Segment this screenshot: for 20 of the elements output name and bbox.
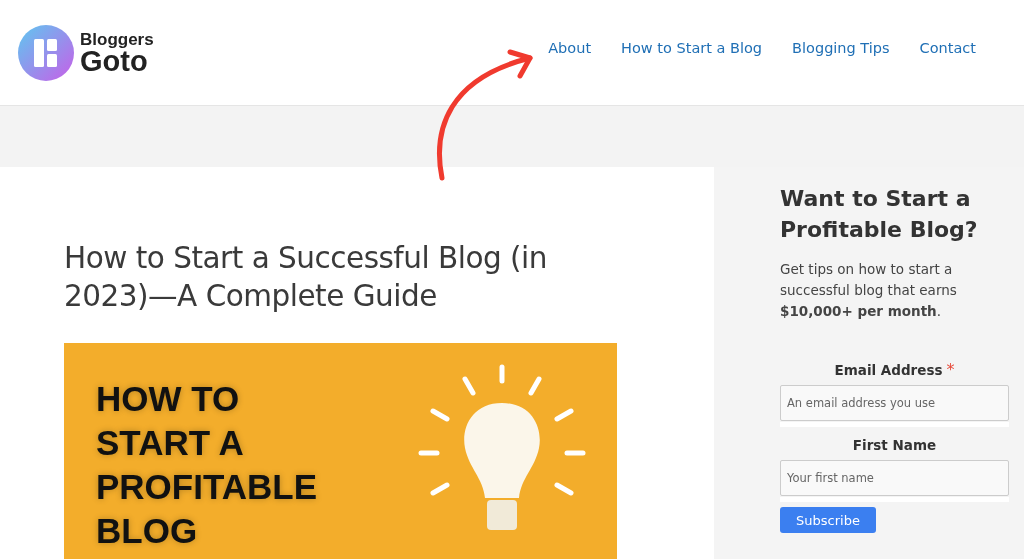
logo-icon <box>18 24 74 81</box>
logo-text: Goto <box>80 47 148 74</box>
sidebar-text: Get tips on how to start a successful blog that earns $10,000+ per month. <box>780 260 958 321</box>
input-field[interactable]: An email address you use <box>780 385 1009 421</box>
subscribe-button[interactable]: Subscribe <box>780 507 876 533</box>
article-title: How to Start a Successful Blog (in 2023)—A Complete Guide <box>64 240 549 315</box>
image-headline: BLOG <box>96 510 199 552</box>
sidebar-heading: Want to Start a Profitable Blog? <box>780 185 979 244</box>
image-headline: PROFITABLE <box>96 466 317 508</box>
input-field[interactable]: Your first name <box>780 460 1009 496</box>
nav-link[interactable]: About <box>548 39 592 56</box>
image-headline: START A <box>96 422 245 464</box>
field-label: First Name <box>852 437 937 453</box>
image-headline: HOW TO <box>96 378 241 420</box>
nav-link[interactable]: Blogging Tips <box>792 39 890 56</box>
nav-link[interactable]: Contact <box>919 39 976 56</box>
logo-text: Bloggers <box>80 31 154 48</box>
required-mark: * <box>946 360 955 379</box>
field-label: Email Address <box>834 362 943 378</box>
nav-link[interactable]: How to Start a Blog <box>621 39 763 56</box>
